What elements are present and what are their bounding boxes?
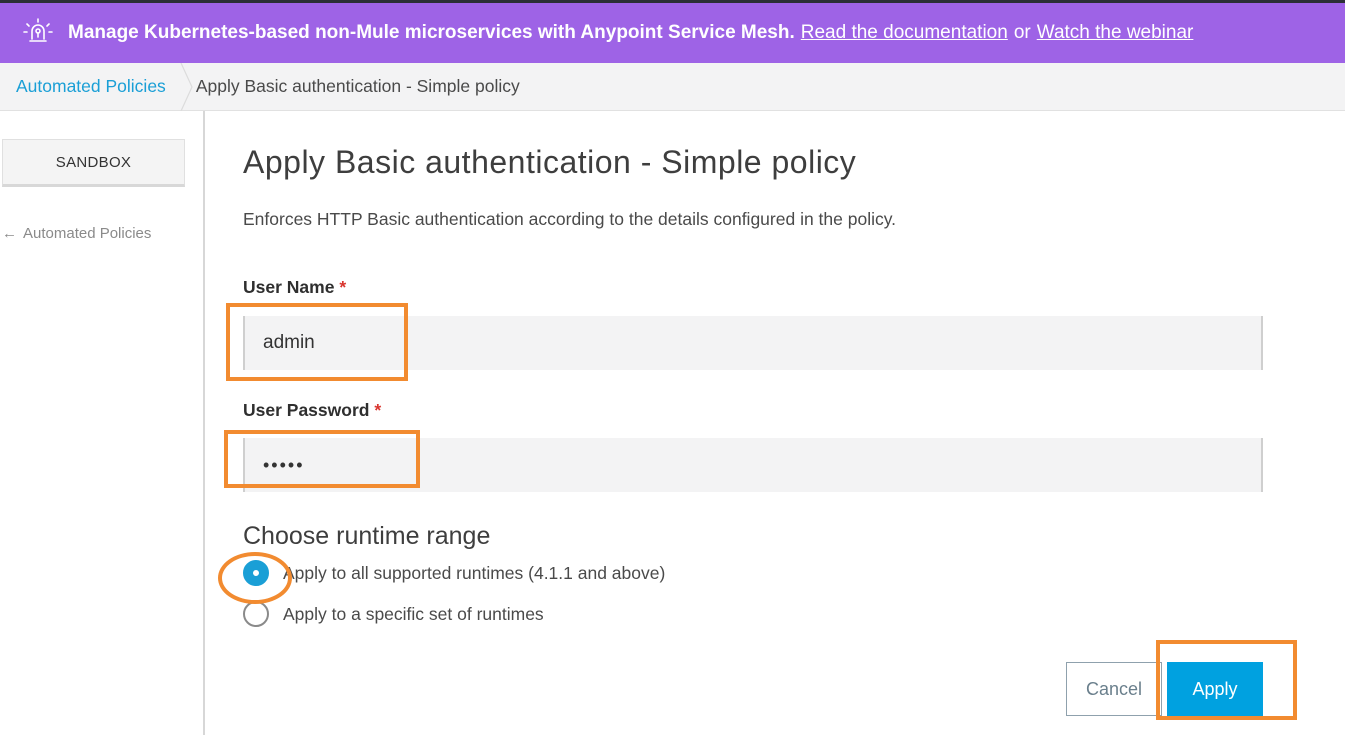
breadcrumb-current-page: Apply Basic authentication - Simple poli… <box>195 76 520 96</box>
username-input[interactable]: admin <box>243 316 1263 370</box>
banner-or-text: or <box>1013 22 1031 43</box>
back-link-label: Automated Policies <box>23 225 152 242</box>
apply-button[interactable]: Apply <box>1167 662 1263 716</box>
back-to-automated-policies-link[interactable]: ← Automated Policies <box>2 225 151 242</box>
sidebar: SANDBOX ← Automated Policies <box>0 111 205 735</box>
radio-all-runtimes-label: Apply to all supported runtimes (4.1.1 a… <box>283 562 666 583</box>
required-marker: * <box>339 277 347 297</box>
radio-specific-runtimes-label: Apply to a specific set of runtimes <box>283 603 544 624</box>
breadcrumb-separator-icon <box>180 62 194 111</box>
announcement-banner: Manage Kubernetes-based non-Mule microse… <box>0 3 1345 63</box>
password-label-text: User Password <box>243 400 370 420</box>
radio-button-selected[interactable] <box>243 560 269 586</box>
required-marker: * <box>374 400 382 420</box>
cancel-button[interactable]: Cancel <box>1066 662 1162 716</box>
password-label: User Password * <box>243 400 381 421</box>
password-input[interactable]: ••••• <box>243 438 1263 492</box>
environment-selector-button[interactable]: SANDBOX <box>2 139 185 187</box>
page-title: Apply Basic authentication - Simple poli… <box>243 144 857 180</box>
banner-message: Manage Kubernetes-based non-Mule microse… <box>68 22 795 43</box>
read-documentation-link[interactable]: Read the documentation <box>801 22 1008 44</box>
radio-specific-runtimes[interactable]: Apply to a specific set of runtimes <box>243 601 544 627</box>
arrow-left-icon: ← <box>2 225 17 242</box>
radio-all-runtimes[interactable]: Apply to all supported runtimes (4.1.1 a… <box>243 560 665 586</box>
breadcrumb-automated-policies[interactable]: Automated Policies <box>0 76 180 97</box>
radio-button-unselected[interactable] <box>243 601 269 627</box>
lightbulb-icon <box>22 17 54 49</box>
breadcrumb: Automated Policies Apply Basic authentic… <box>0 62 1345 111</box>
username-label-text: User Name <box>243 277 335 297</box>
watch-webinar-link[interactable]: Watch the webinar <box>1037 22 1194 44</box>
runtime-range-title: Choose runtime range <box>243 522 491 550</box>
policy-description: Enforces HTTP Basic authentication accor… <box>243 209 897 229</box>
username-label: User Name * <box>243 277 346 298</box>
